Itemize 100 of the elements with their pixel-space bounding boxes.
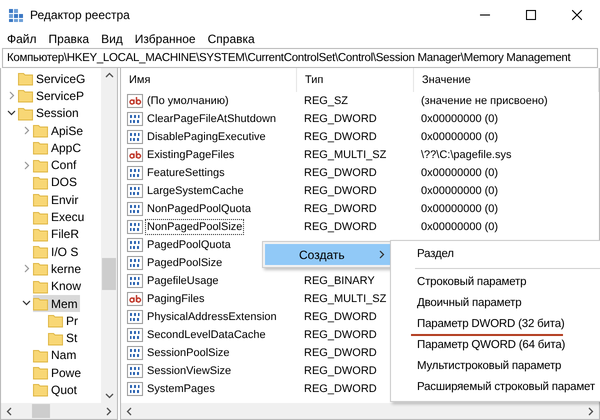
value-name[interactable]: FeatureSettings [145, 165, 227, 181]
folder-icon [33, 365, 48, 380]
chevron-right-icon[interactable] [106, 406, 112, 416]
tree-item[interactable]: Powe [33, 364, 84, 382]
binary-value-icon [127, 219, 143, 235]
string-value-icon [127, 291, 143, 307]
tree-item[interactable]: ApiSe [33, 122, 86, 140]
binary-value-icon [127, 201, 143, 217]
tree-item[interactable]: Quot [33, 381, 80, 398]
folder-icon [33, 174, 48, 190]
value-data: 0x00000000 (0) [421, 131, 498, 143]
tree-item[interactable]: FileR [33, 226, 82, 243]
folder-icon [33, 261, 48, 276]
value-name[interactable]: PagedPoolSize [145, 255, 224, 271]
close-icon [572, 10, 582, 20]
tree-item[interactable]: Pr [48, 312, 80, 330]
scroll-thumb[interactable] [32, 404, 50, 418]
value-type: REG_SZ [304, 95, 348, 107]
chevron-down-icon[interactable] [104, 393, 114, 399]
binary-value-icon [127, 273, 143, 289]
value-name[interactable]: SessionPoolSize [145, 345, 232, 361]
scroll-thumb[interactable] [102, 258, 116, 290]
value-type: REG_DWORD [304, 221, 377, 233]
folder-icon [18, 71, 33, 86]
menu-item[interactable]: Справка [202, 32, 262, 46]
value-name[interactable]: SystemPages [145, 381, 217, 397]
tree-item[interactable]: ServiceP [18, 87, 86, 104]
chevron-left-icon[interactable] [126, 406, 132, 416]
column-header[interactable]: Имя [121, 68, 297, 92]
value-name[interactable]: ExistingPageFiles [145, 147, 236, 163]
tree-item[interactable]: Mem [33, 295, 80, 312]
tree-item[interactable]: AppC [33, 139, 84, 156]
chevron-right-icon[interactable] [588, 406, 594, 416]
menu-item[interactable]: Избранное [130, 32, 203, 46]
value-data: 0x00000000 (0) [421, 113, 498, 125]
folder-icon [48, 313, 63, 328]
value-data: 0x00000000 (0) [421, 185, 498, 197]
folder-icon [33, 210, 48, 225]
chevron-up-icon[interactable] [104, 72, 114, 78]
folder-icon [33, 192, 48, 208]
menu-item[interactable]: Вид [96, 32, 130, 46]
menu-item[interactable]: Строковый параметр [391, 272, 600, 293]
menu-item[interactable]: Параметр DWORD (32 бита) [391, 314, 600, 335]
value-name[interactable]: DisablePagingExecutive [145, 129, 268, 145]
chevron-left-icon[interactable] [6, 406, 12, 416]
menu-item[interactable]: Мультистроковый параметр [391, 356, 600, 377]
folder-icon [18, 106, 33, 121]
tree-item[interactable]: I/O S [33, 243, 80, 260]
value-name[interactable]: (По умолчанию) [145, 93, 231, 109]
value-type: REG_DWORD [304, 167, 377, 179]
menu-item[interactable]: Файл [2, 32, 44, 46]
menu-item[interactable]: Создать [265, 244, 393, 265]
value-type: REG_DWORD [304, 365, 377, 377]
value-data: 0x00000000 (0) [421, 221, 498, 233]
menu-item[interactable]: Раздел [391, 244, 600, 265]
value-type: REG_MULTI_SZ [304, 149, 386, 161]
menu-item[interactable]: Правка [44, 32, 96, 46]
value-data: 0x00000000 (0) [421, 167, 498, 179]
address-field[interactable]: Компьютер\HKEY_LOCAL_MACHINE\SYSTEM\CurrentControlSet\Control\Session Manager\Memory Management [2, 48, 598, 68]
value-type: REG_DWORD [304, 203, 377, 215]
value-name[interactable]: PagingFiles [145, 291, 206, 307]
value-type: REG_DWORD [304, 131, 377, 143]
value-name[interactable]: NonPagedPoolSize [145, 219, 244, 235]
tree-item[interactable]: Know [33, 278, 84, 295]
tree-item[interactable]: Nam [33, 346, 78, 364]
binary-value-icon [127, 129, 143, 145]
column-header[interactable]: Значение [414, 68, 599, 92]
vertical-scrollbar[interactable] [101, 68, 117, 403]
tree-item[interactable]: ServiceG [18, 70, 88, 88]
binary-value-icon [127, 345, 143, 361]
tree-item[interactable]: kerne [33, 260, 84, 278]
maximize-icon [526, 10, 536, 20]
value-name[interactable]: LargeSystemCache [145, 183, 246, 199]
tree-item[interactable]: Execu [33, 208, 86, 226]
tree-item[interactable]: St [48, 330, 80, 347]
tree-item[interactable]: Envir [33, 191, 80, 208]
value-name[interactable]: SecondLevelDataCache [145, 327, 268, 343]
value-name[interactable]: NonPagedPoolQuota [145, 201, 253, 217]
binary-value-icon [127, 165, 143, 181]
folder-icon [33, 382, 48, 398]
menu-item[interactable]: Двоичный параметр [391, 293, 600, 314]
value-type: REG_DWORD [304, 311, 377, 323]
tree-item[interactable]: Conf [33, 156, 78, 174]
tree-item[interactable]: Session [18, 104, 81, 122]
value-name[interactable]: PagefileUsage [145, 273, 221, 289]
column-header[interactable]: Тип [297, 68, 414, 92]
string-value-icon [127, 147, 143, 163]
window-title: Редактор реестра [30, 8, 130, 22]
horizontal-scrollbar[interactable] [1, 403, 117, 419]
value-name[interactable]: PagedPoolQuota [145, 237, 233, 253]
value-name[interactable]: SessionViewSize [145, 363, 234, 379]
menu-item[interactable]: Параметр QWORD (64 бита) [391, 335, 600, 356]
value-name[interactable]: ClearPageFileAtShutdown [145, 111, 278, 127]
binary-value-icon [127, 327, 143, 343]
horizontal-scrollbar[interactable] [121, 403, 599, 419]
value-name[interactable]: PhysicalAddressExtension [145, 309, 279, 325]
menu-item[interactable]: Расширяемый строковый парамет [391, 377, 600, 398]
binary-value-icon [127, 255, 143, 271]
folder-icon [33, 140, 48, 156]
tree-item[interactable]: DOS [33, 174, 80, 191]
